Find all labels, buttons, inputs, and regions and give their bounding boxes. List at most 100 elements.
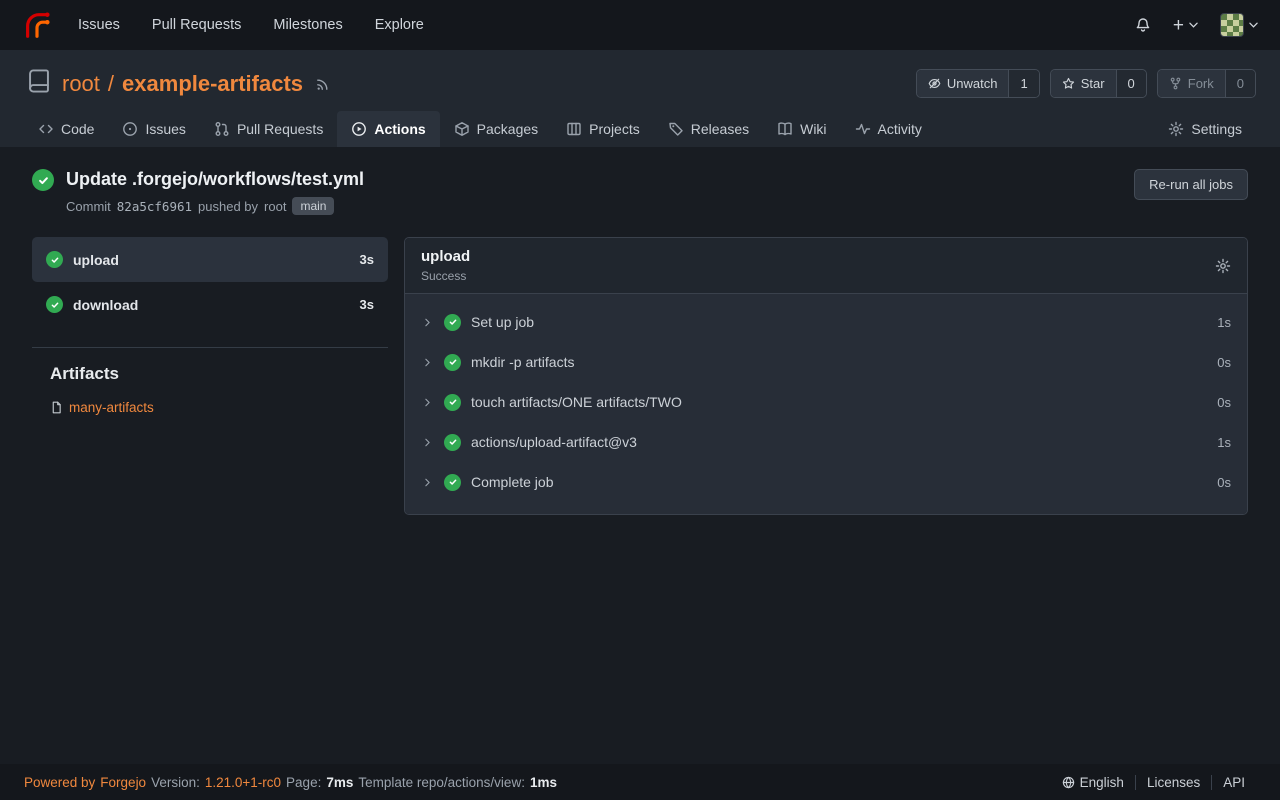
job-options-button[interactable] xyxy=(1215,258,1231,274)
plus-icon: + xyxy=(1173,16,1184,35)
navbar-right: + xyxy=(1135,13,1258,37)
step-row[interactable]: Complete job 0s xyxy=(405,462,1247,502)
step-label: mkdir -p artifacts xyxy=(471,354,574,370)
tab-issues[interactable]: Issues xyxy=(108,111,199,147)
actions-icon xyxy=(351,121,367,137)
fork-button[interactable]: Fork 0 xyxy=(1157,69,1256,98)
page-time-value: 7ms xyxy=(326,775,353,790)
rerun-all-jobs-button[interactable]: Re-run all jobs xyxy=(1134,169,1248,200)
job-detail-card: upload Success Set up job 1s xyxy=(404,237,1248,515)
step-duration: 0s xyxy=(1217,395,1231,410)
chevron-right-icon xyxy=(421,436,434,449)
step-row[interactable]: Set up job 1s xyxy=(405,302,1247,342)
step-label: actions/upload-artifact@v3 xyxy=(471,434,637,450)
licenses-link[interactable]: Licenses xyxy=(1135,775,1211,790)
code-icon xyxy=(38,121,54,137)
run-success-icon xyxy=(32,169,54,191)
user-menu[interactable] xyxy=(1220,13,1258,37)
book-icon xyxy=(777,121,793,137)
watch-count[interactable]: 1 xyxy=(1008,70,1038,97)
project-icon xyxy=(566,121,582,137)
repository-icon xyxy=(26,68,52,99)
rss-feed-button[interactable] xyxy=(315,76,331,92)
forgejo-logo[interactable] xyxy=(22,10,52,40)
commit-sha-link[interactable]: 82a5cf6961 xyxy=(117,199,192,214)
step-row[interactable]: actions/upload-artifact@v3 1s xyxy=(405,422,1247,462)
step-row[interactable]: mkdir -p artifacts 0s xyxy=(405,342,1247,382)
powered-by-label: Powered by xyxy=(24,775,95,790)
run-body: upload 3s download 3s Artifacts many-art… xyxy=(32,237,1248,515)
repo-separator: / xyxy=(108,71,114,97)
pull-request-icon xyxy=(214,121,230,137)
tab-releases[interactable]: Releases xyxy=(654,111,763,147)
notifications-button[interactable] xyxy=(1135,17,1151,33)
nav-item-issues[interactable]: Issues xyxy=(78,17,120,33)
api-link[interactable]: API xyxy=(1211,775,1256,790)
file-icon xyxy=(50,401,63,414)
bell-icon xyxy=(1135,17,1151,33)
job-item-download[interactable]: download 3s xyxy=(32,282,388,327)
commit-author-link[interactable]: root xyxy=(264,199,286,214)
tab-releases-label: Releases xyxy=(691,121,749,137)
tab-projects[interactable]: Projects xyxy=(552,111,654,147)
fork-count[interactable]: 0 xyxy=(1225,70,1255,97)
nav-item-milestones[interactable]: Milestones xyxy=(273,17,342,33)
success-icon xyxy=(444,354,461,371)
tab-settings[interactable]: Settings xyxy=(1154,111,1256,147)
primary-nav: Issues Pull Requests Milestones Explore xyxy=(78,17,424,33)
success-icon xyxy=(46,296,63,313)
tab-pull-requests-label: Pull Requests xyxy=(237,121,323,137)
chevron-right-icon xyxy=(421,316,434,329)
star-label: Star xyxy=(1081,76,1105,91)
step-row[interactable]: touch artifacts/ONE artifacts/TWO 0s xyxy=(405,382,1247,422)
page-time-label: Page: xyxy=(286,775,321,790)
package-icon xyxy=(454,121,470,137)
step-duration: 1s xyxy=(1217,435,1231,450)
job-detail-name: upload xyxy=(421,248,470,265)
version-link[interactable]: 1.21.0+1-rc0 xyxy=(205,775,281,790)
commit-label: Commit xyxy=(66,199,111,214)
job-duration: 3s xyxy=(360,252,374,267)
star-icon xyxy=(1062,77,1075,90)
star-count[interactable]: 0 xyxy=(1116,70,1146,97)
tab-settings-label: Settings xyxy=(1191,121,1242,137)
nav-item-pull-requests[interactable]: Pull Requests xyxy=(152,17,241,33)
tab-activity[interactable]: Activity xyxy=(841,111,936,147)
run-title-wrap: Update .forgejo/workflows/test.yml Commi… xyxy=(32,169,364,215)
star-button[interactable]: Star 0 xyxy=(1050,69,1147,98)
artifact-link-many-artifacts[interactable]: many-artifacts xyxy=(32,400,388,415)
tab-issues-label: Issues xyxy=(145,121,185,137)
unwatch-label-segment: Unwatch xyxy=(917,70,1009,97)
tab-actions[interactable]: Actions xyxy=(337,111,439,147)
job-item-upload[interactable]: upload 3s xyxy=(32,237,388,282)
fork-icon xyxy=(1169,77,1182,90)
tab-pull-requests[interactable]: Pull Requests xyxy=(200,111,337,147)
sidebar-divider xyxy=(32,347,388,348)
chevron-down-icon xyxy=(1249,22,1258,28)
tab-packages[interactable]: Packages xyxy=(440,111,552,147)
artifacts-heading: Artifacts xyxy=(32,364,388,384)
branch-badge[interactable]: main xyxy=(292,197,334,215)
gear-icon xyxy=(1168,121,1184,137)
step-label: Complete job xyxy=(471,474,554,490)
issue-icon xyxy=(122,121,138,137)
repo-name-link[interactable]: example-artifacts xyxy=(122,71,303,97)
tab-code[interactable]: Code xyxy=(24,111,108,147)
nav-item-explore[interactable]: Explore xyxy=(375,17,424,33)
success-icon xyxy=(444,394,461,411)
artifact-name: many-artifacts xyxy=(69,400,154,415)
footer: Powered by Forgejo Version: 1.21.0+1-rc0… xyxy=(0,764,1280,800)
step-duration: 1s xyxy=(1217,315,1231,330)
repo-owner-link[interactable]: root xyxy=(62,71,100,97)
unwatch-button[interactable]: Unwatch 1 xyxy=(916,69,1040,98)
forgejo-link[interactable]: Forgejo xyxy=(100,775,146,790)
tab-wiki[interactable]: Wiki xyxy=(763,111,840,147)
success-icon xyxy=(444,434,461,451)
repo-title-row: root / example-artifacts Unwatch 1 xyxy=(24,68,1256,99)
create-new-button[interactable]: + xyxy=(1173,16,1198,35)
run-title: Update .forgejo/workflows/test.yml xyxy=(66,169,364,190)
tab-actions-label: Actions xyxy=(374,121,425,137)
powered-by-link[interactable]: Powered by xyxy=(24,775,95,790)
chevron-right-icon xyxy=(421,356,434,369)
language-selector[interactable]: English xyxy=(1051,775,1135,790)
